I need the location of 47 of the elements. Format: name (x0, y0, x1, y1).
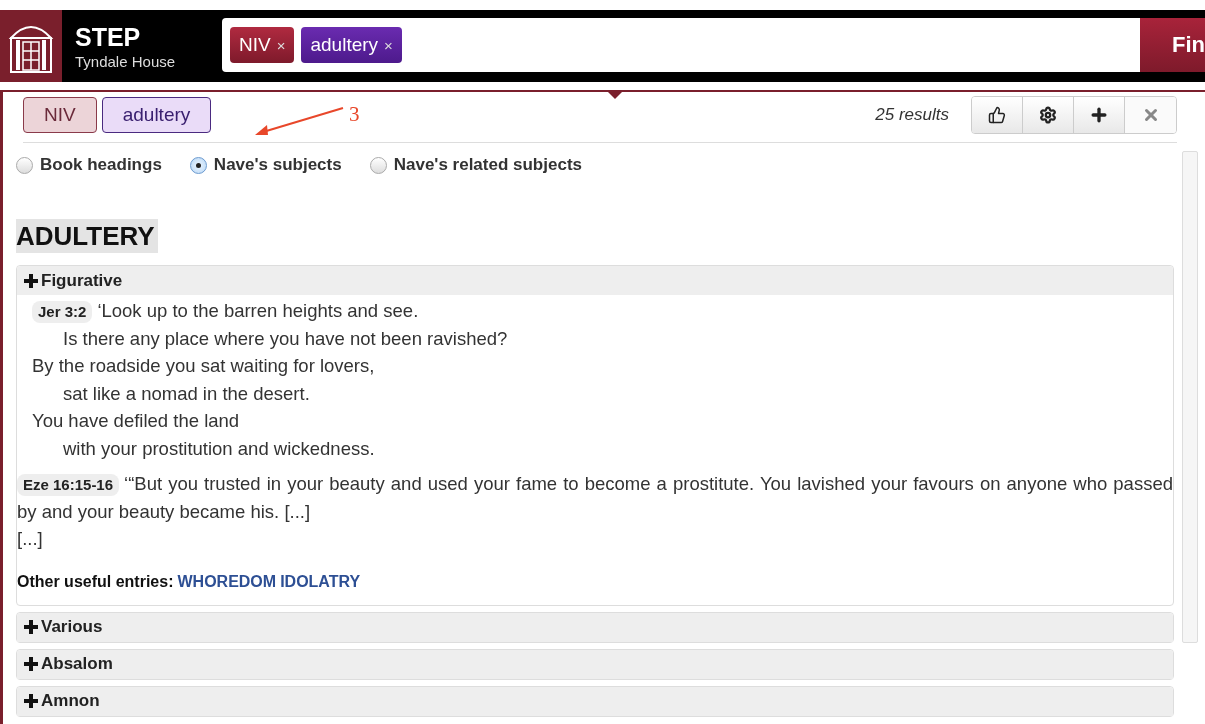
other-entries-label: Other useful entries: (17, 572, 174, 591)
verse-text: Eze 16:15-16 ‘“But you trusted in your beauty and used your fame to become a prostitute. You lavished your favours on anyone who passed by and your beauty became his. [...] (17, 472, 1173, 524)
plus-icon (1089, 105, 1109, 125)
plus-icon (23, 693, 39, 709)
settings-button[interactable] (1023, 97, 1074, 133)
add-button[interactable] (1074, 97, 1125, 133)
tag-label: adultery (310, 34, 379, 56)
app-title: STEP (75, 22, 142, 51)
verse-text: You have defiled the land (31, 409, 241, 433)
radio-label[interactable]: Book headings (40, 155, 162, 175)
filter-tag[interactable]: NIV (23, 97, 97, 133)
find-button[interactable]: Fin (1140, 18, 1205, 72)
section-header[interactable]: Various (17, 612, 1173, 642)
radio-button[interactable] (16, 156, 33, 174)
radio-button[interactable] (369, 156, 387, 174)
tag-label: NIV (239, 34, 271, 56)
entry-link[interactable]: IDOLATRY (280, 572, 361, 591)
plus-icon (23, 619, 39, 635)
app-subtitle: Tyndale House (75, 52, 177, 70)
verse-text: with your prostitution and wickedness. (62, 436, 376, 461)
verse-text: By the roadside you sat waiting for lovers, (31, 354, 376, 378)
search-tag[interactable]: adultery × (301, 27, 402, 63)
search-tag[interactable]: NIV × (230, 27, 295, 63)
settings-icon (1039, 106, 1057, 124)
section-header[interactable]: Figurative (17, 266, 1173, 295)
scrollbar[interactable] (1182, 151, 1198, 643)
annotation-number: 3 (349, 102, 360, 127)
plus-icon (23, 272, 39, 289)
thumbs-up-icon (988, 106, 1006, 124)
filter-tag[interactable]: adultery (101, 97, 212, 133)
subject-heading: ADULTERY (16, 219, 158, 253)
remove-tag-button[interactable]: × (384, 36, 393, 54)
plus-icon (23, 656, 39, 672)
remove-tag-button[interactable]: × (276, 36, 286, 54)
section-header[interactable]: Amnon (17, 686, 1173, 716)
search-field[interactable]: NIV × adultery × (222, 18, 1140, 72)
section-header[interactable]: Absalom (17, 649, 1173, 679)
verse-text: sat like a nomad in the desert. (62, 381, 311, 406)
radio-label[interactable]: Nave's related subjects (393, 155, 582, 175)
like-button[interactable] (972, 97, 1023, 133)
entry-link[interactable]: WHOREDOM (177, 572, 277, 591)
radio-button[interactable] (189, 156, 207, 174)
results-count: 25 results (875, 105, 949, 125)
verse-text: Jer 3:2 ‘Look up to the barren heights and see. (17, 297, 1173, 325)
verse-text: [...] (17, 527, 44, 551)
verse-text: Is there any place where you have not been ravished? (62, 326, 509, 351)
radio-label[interactable]: Nave's subjects (213, 155, 342, 175)
